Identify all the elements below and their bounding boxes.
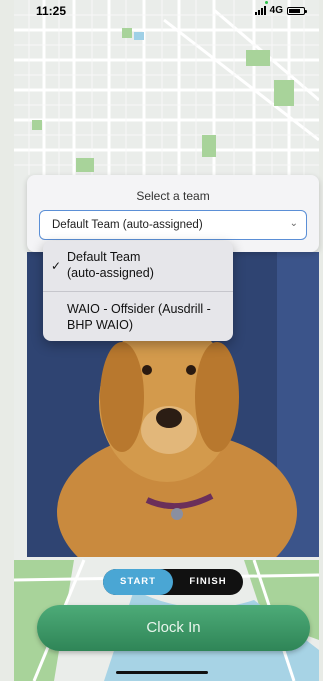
status-time: 11:25 <box>36 4 67 18</box>
team-option-label: (auto-assigned) <box>67 266 154 280</box>
start-finish-toggle: START FINISH <box>103 569 243 595</box>
team-option-label: Default Team <box>67 250 141 264</box>
team-option-label: BHP WAIO) <box>67 318 133 332</box>
team-option-label: WAIO - Offsider (Ausdrill - <box>67 302 211 316</box>
status-icons: 4G <box>254 5 307 16</box>
signal-icon <box>254 6 266 15</box>
home-indicator[interactable] <box>116 671 208 674</box>
team-option-waio[interactable]: WAIO - Offsider (Ausdrill - BHP WAIO) <box>43 301 233 333</box>
dropdown-divider <box>43 291 233 292</box>
team-options-dropdown: ✓ Default Team (auto-assigned) WAIO - Of… <box>43 241 233 341</box>
clock-in-button[interactable]: Clock In <box>37 605 310 651</box>
start-toggle-button[interactable]: START <box>103 569 173 595</box>
chevron-down-icon: ⌄ <box>289 218 298 229</box>
network-type: 4G <box>269 5 283 16</box>
team-select-field[interactable]: Default Team (auto-assigned) ⌄ <box>39 210 307 240</box>
checkmark-icon: ✓ <box>51 259 62 273</box>
finish-toggle-button[interactable]: FINISH <box>173 569 243 595</box>
privacy-dot-icon <box>265 1 268 4</box>
team-select-title: Select a team <box>136 189 210 203</box>
team-option-default[interactable]: ✓ Default Team (auto-assigned) <box>43 249 233 281</box>
team-select-value: Default Team (auto-assigned) <box>52 219 203 231</box>
battery-icon <box>287 6 307 15</box>
status-bar: 11:25 4G <box>0 0 323 22</box>
